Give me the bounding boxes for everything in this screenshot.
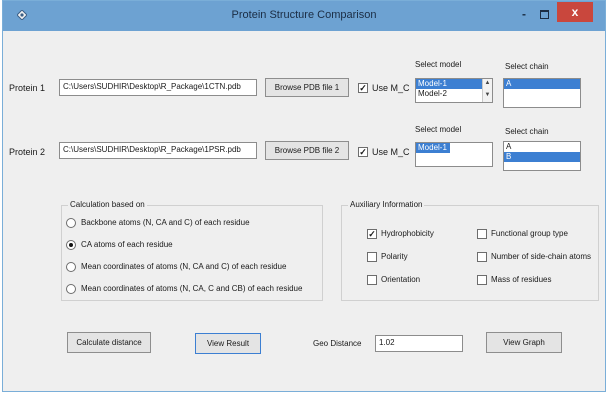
mass-of-residues-checkbox[interactable] — [477, 275, 487, 285]
check-icon: ✓ — [359, 83, 367, 93]
maximize-button[interactable] — [534, 6, 554, 22]
radio-backbone-atoms-label: Backbone atoms (N, CA and C) of each res… — [81, 218, 250, 227]
list-item[interactable]: Model-1 — [416, 143, 450, 153]
protein2-model-list[interactable]: Model-1 — [415, 142, 493, 167]
protein2-chain-list[interactable]: A B — [503, 141, 581, 171]
scroll-up-icon: ▲ — [484, 80, 491, 86]
title-bar[interactable]: Protein Structure Comparison - x — [3, 1, 605, 31]
check-icon: ✓ — [368, 229, 376, 239]
check-icon: ✓ — [359, 147, 367, 157]
orientation-label: Orientation — [381, 275, 421, 284]
radio-selected-dot — [69, 243, 73, 247]
auxiliary-group-title: Auxiliary Information — [348, 200, 425, 209]
radio-mean-n-ca-c[interactable] — [66, 262, 76, 272]
list-item[interactable]: Model-2 — [416, 89, 483, 99]
mass-of-residues-label: Mass of residues — [491, 275, 552, 284]
protein2-use-mc-checkbox[interactable]: ✓ — [358, 147, 368, 157]
view-graph-button[interactable]: View Graph — [486, 332, 562, 353]
side-chain-atoms-label: Number of side-chain atoms — [491, 252, 592, 261]
protein1-label: Protein 1 — [9, 83, 46, 93]
list-item[interactable]: A — [504, 142, 580, 152]
radio-ca-atoms[interactable] — [66, 240, 76, 250]
close-button[interactable]: x — [557, 2, 593, 22]
close-icon: x — [571, 5, 579, 19]
radio-mean-n-ca-c-cb[interactable] — [66, 284, 76, 294]
calculation-group-title: Calculation based on — [68, 200, 147, 209]
side-chain-atoms-checkbox[interactable] — [477, 252, 487, 262]
maximize-icon — [539, 10, 549, 20]
geo-distance-label: Geo Distance — [313, 339, 362, 348]
protein1-chain-list[interactable]: A — [503, 78, 581, 108]
polarity-label: Polarity — [381, 252, 408, 261]
radio-mean-n-ca-c-cb-label: Mean coordinates of atoms (N, CA, C and … — [81, 284, 303, 293]
protein2-use-mc-label: Use M_C — [372, 147, 410, 157]
view-result-button[interactable]: View Result — [195, 333, 261, 354]
hydrophobicity-checkbox[interactable]: ✓ — [367, 229, 377, 239]
minimize-button[interactable]: - — [514, 6, 534, 22]
protein2-label: Protein 2 — [9, 147, 46, 157]
protein1-model-label: Select model — [415, 60, 462, 69]
scroll-down-icon: ▼ — [484, 92, 491, 98]
browse-pdb2-button[interactable]: Browse PDB file 2 — [265, 141, 349, 160]
hydrophobicity-label: Hydrophobicity — [381, 229, 434, 238]
radio-backbone-atoms[interactable] — [66, 218, 76, 228]
scrollbar[interactable]: ▲ ▼ — [482, 79, 492, 102]
protein1-path-field[interactable]: C:\Users\SUDHIR\Desktop\R_Package\1CTN.p… — [59, 79, 257, 96]
polarity-checkbox[interactable] — [367, 252, 377, 262]
calculate-distance-button[interactable]: Calculate distance — [67, 332, 151, 353]
protein1-use-mc-label: Use M_C — [372, 83, 410, 93]
radio-mean-n-ca-c-label: Mean coordinates of atoms (N, CA and C) … — [81, 262, 287, 271]
protein2-chain-label: Select chain — [505, 127, 549, 136]
protein1-use-mc-checkbox[interactable]: ✓ — [358, 83, 368, 93]
list-item[interactable]: B — [504, 152, 580, 162]
protein1-model-list[interactable]: Model-1 Model-2 ▲ ▼ — [415, 78, 493, 103]
radio-ca-atoms-label: CA atoms of each residue — [81, 240, 173, 249]
functional-group-checkbox[interactable] — [477, 229, 487, 239]
list-item[interactable]: Model-1 — [416, 79, 483, 89]
list-item[interactable]: A — [504, 79, 580, 89]
minimize-icon: - — [522, 7, 526, 21]
main-window: Protein Structure Comparison - x Protein… — [2, 0, 606, 392]
protein2-path-field[interactable]: C:\Users\SUDHIR\Desktop\R_Package\1PSR.p… — [59, 142, 257, 159]
browse-pdb1-button[interactable]: Browse PDB file 1 — [265, 78, 349, 97]
geo-distance-field[interactable]: 1.02 — [375, 335, 463, 352]
orientation-checkbox[interactable] — [367, 275, 377, 285]
protein2-model-label: Select model — [415, 125, 462, 134]
protein1-chain-label: Select chain — [505, 62, 549, 71]
functional-group-label: Functional group type — [491, 229, 568, 238]
